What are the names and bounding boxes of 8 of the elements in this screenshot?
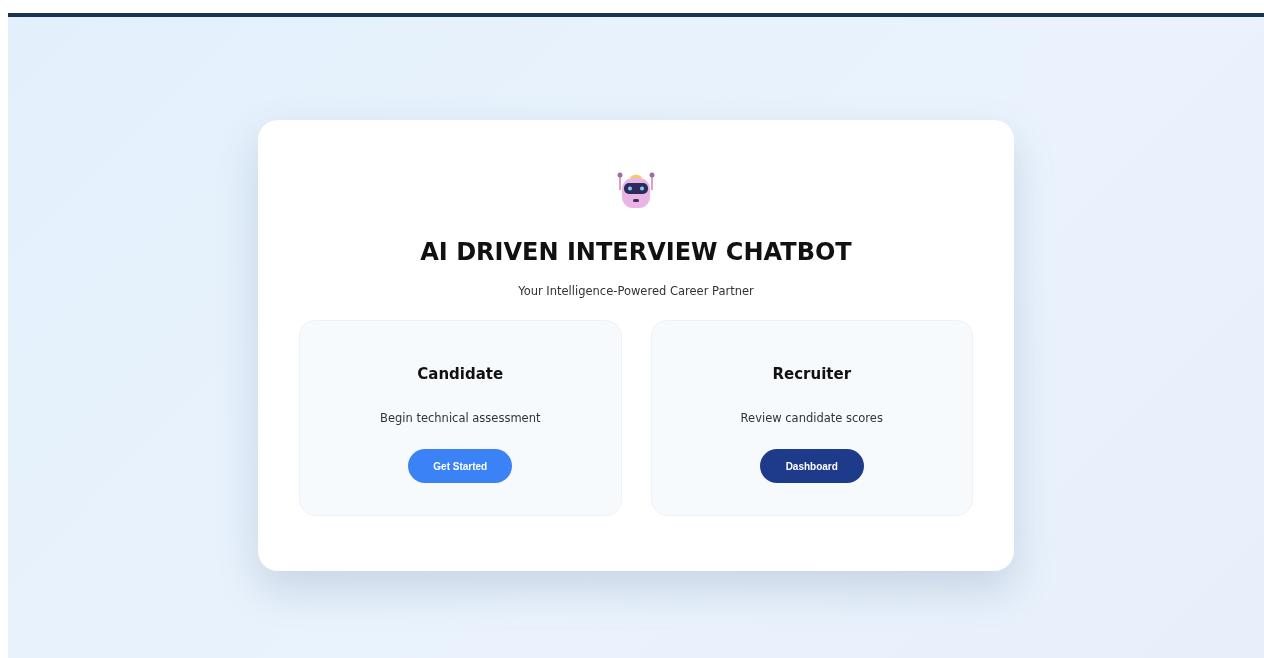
role-description: Begin technical assessment (380, 411, 541, 425)
role-title: Recruiter (772, 365, 852, 383)
app-subtitle: Your Intelligence-Powered Career Partner (518, 284, 754, 298)
dashboard-button[interactable]: Dashboard (759, 449, 864, 483)
role-description: Review candidate scores (740, 411, 883, 425)
app-title: AI DRIVEN INTERVIEW CHATBOT (420, 238, 852, 266)
role-title: Candidate (417, 365, 504, 383)
get-started-button[interactable]: Get Started (408, 449, 513, 483)
